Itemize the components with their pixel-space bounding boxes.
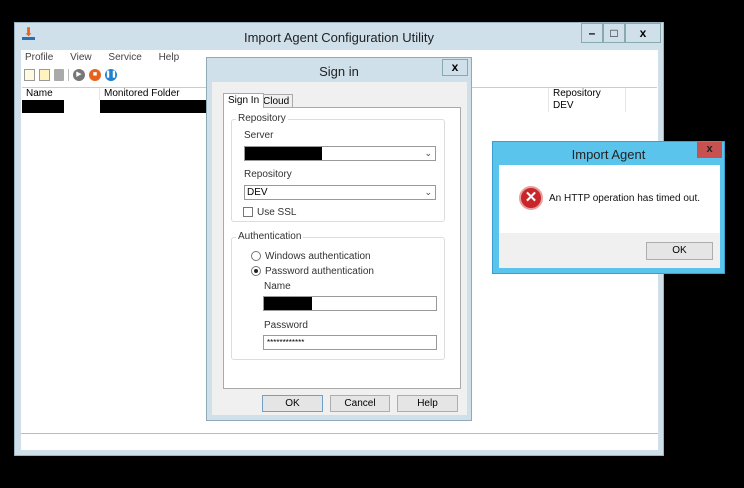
delete-icon[interactable] — [54, 69, 64, 81]
close-button[interactable]: x — [442, 59, 468, 76]
tab-sign-in[interactable]: Sign In — [223, 93, 265, 108]
server-combo[interactable]: ⌄ — [244, 146, 436, 161]
help-button[interactable]: Help — [397, 395, 458, 412]
error-icon: ✕ — [519, 186, 543, 210]
error-message: An HTTP operation has timed out. — [549, 193, 701, 204]
password-input[interactable]: ************ — [263, 335, 437, 350]
menu-profile[interactable]: Profile — [25, 52, 53, 63]
status-bar — [21, 433, 658, 450]
error-dialog-body: ✕ An HTTP operation has timed out. OK — [499, 165, 720, 268]
row-repository[interactable]: DEV — [548, 100, 626, 112]
server-label: Server — [244, 130, 274, 141]
close-button[interactable]: x — [697, 142, 722, 158]
column-header-repository[interactable]: Repository — [548, 88, 626, 100]
menu-view[interactable]: View — [70, 52, 92, 63]
password-auth-label: Password authentication — [265, 266, 374, 277]
repository-value: DEV — [247, 187, 268, 198]
start-icon[interactable]: ▶ — [73, 69, 85, 81]
cancel-button[interactable]: Cancel — [330, 395, 390, 412]
redacted-name — [22, 100, 64, 113]
ok-button[interactable]: OK — [646, 242, 713, 260]
new-profile-icon[interactable] — [24, 69, 35, 81]
repository-group-label: Repository — [236, 113, 288, 124]
sign-in-dialog: Sign in x Sign In Cloud Repository Serve… — [206, 57, 472, 421]
pause-icon[interactable]: ❚❚ — [105, 69, 117, 81]
password-label: Password — [264, 320, 308, 331]
repository-label: Repository — [244, 169, 292, 180]
windows-auth-label: Windows authentication — [265, 251, 371, 262]
ok-button[interactable]: OK — [262, 395, 323, 412]
repository-combo[interactable]: DEV ⌄ — [244, 185, 436, 200]
window-title: Import Agent Configuration Utility — [243, 30, 435, 45]
chevron-down-icon: ⌄ — [424, 148, 432, 158]
use-ssl-label: Use SSL — [257, 207, 297, 218]
maximize-button[interactable]: □ — [603, 23, 625, 43]
use-ssl-checkbox[interactable] — [243, 207, 253, 217]
column-header-folder[interactable]: Monitored Folder — [100, 88, 210, 100]
windows-auth-radio[interactable] — [251, 251, 261, 261]
error-dialog: Import Agent x ✕ An HTTP operation has t… — [492, 141, 725, 274]
dialog-body: Sign In Cloud Repository Server ⌄ Reposi… — [212, 82, 467, 415]
toolbar: ▶ ■ ❚❚ — [24, 68, 117, 82]
authentication-group-label: Authentication — [236, 231, 304, 242]
close-button[interactable]: x — [625, 23, 661, 43]
menu-bar: Profile View Service Help — [25, 52, 193, 63]
password-auth-radio[interactable] — [251, 266, 261, 276]
chevron-down-icon: ⌄ — [424, 187, 432, 197]
tab-panel: Repository Server ⌄ Repository DEV ⌄ Use … — [223, 107, 461, 389]
minimize-button[interactable]: – — [581, 23, 603, 43]
menu-service[interactable]: Service — [108, 52, 141, 63]
dialog-title: Sign in — [319, 64, 359, 79]
authentication-group: Authentication Windows authentication Pa… — [231, 231, 445, 360]
error-dialog-title: Import Agent — [571, 147, 646, 162]
stop-icon[interactable]: ■ — [89, 69, 101, 81]
edit-profile-icon[interactable] — [39, 69, 50, 81]
column-header-name[interactable]: Name — [22, 88, 100, 100]
menu-help[interactable]: Help — [159, 52, 180, 63]
name-input[interactable] — [263, 296, 437, 311]
redacted-folder — [100, 100, 210, 113]
name-label: Name — [264, 281, 291, 292]
repository-group: Repository Server ⌄ Repository DEV ⌄ Use … — [231, 113, 445, 222]
